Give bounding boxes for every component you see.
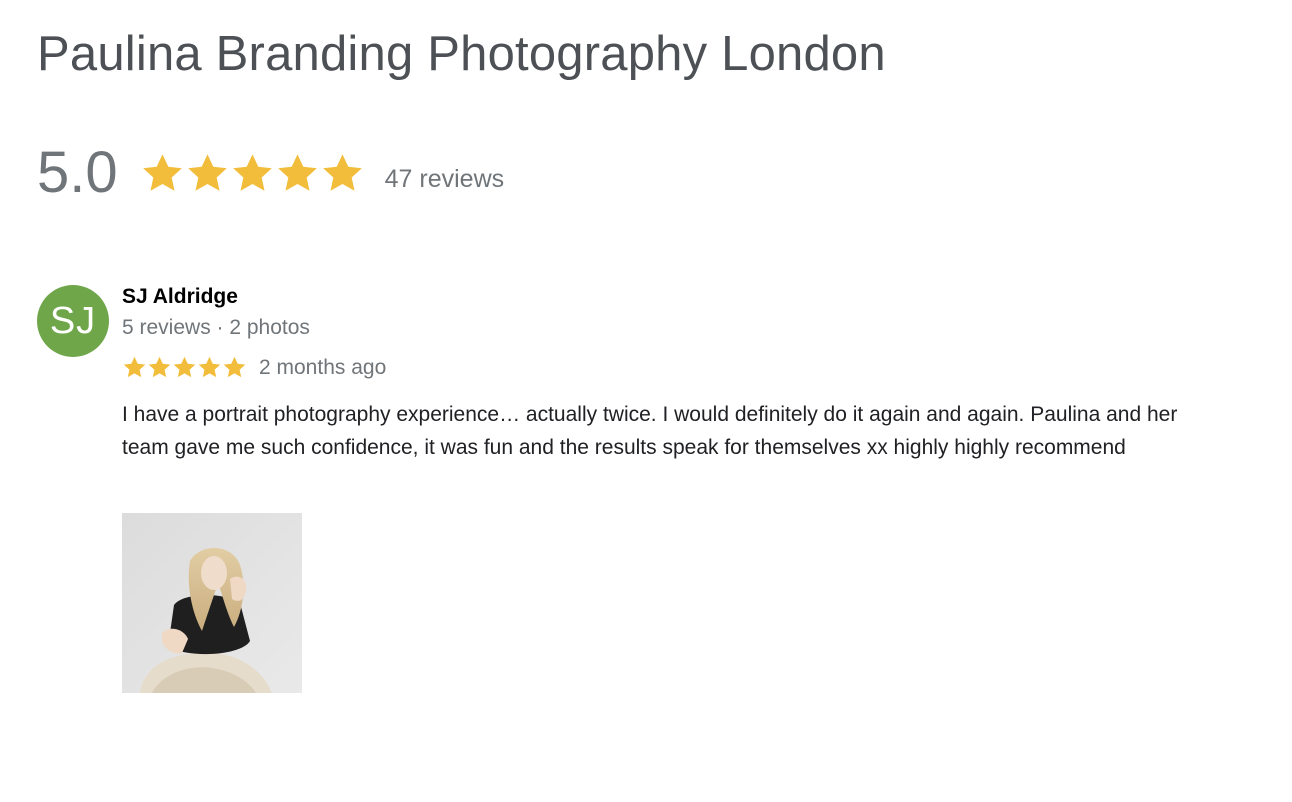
star-icon	[198, 356, 221, 378]
rating-score: 5.0	[37, 140, 118, 205]
rating-summary: 5.0 47 reviews	[37, 138, 504, 208]
star-icon	[277, 153, 317, 191]
star-icon	[322, 153, 362, 191]
avatar[interactable]: SJ	[37, 285, 109, 357]
star-icon	[142, 153, 182, 191]
summary-star-rating	[140, 151, 365, 196]
review-count-link[interactable]: 47 reviews	[385, 165, 505, 194]
review-star-rating	[122, 355, 247, 380]
star-icon	[148, 356, 171, 378]
review-rating-row: 2 months ago	[122, 355, 386, 380]
business-title: Paulina Branding Photography London	[37, 27, 886, 81]
review-text: I have a portrait photography experience…	[122, 403, 1178, 459]
review-date: 2 months ago	[259, 355, 387, 379]
star-icon	[232, 153, 272, 191]
star-icon	[123, 356, 146, 378]
review-photo[interactable]	[122, 513, 302, 693]
photo-thumbnail-image	[122, 513, 302, 693]
star-icon	[173, 356, 196, 378]
reviewer-meta: 5 reviews · 2 photos	[122, 316, 310, 339]
star-icon	[187, 153, 227, 191]
star-icon	[223, 356, 246, 378]
reviewer-name[interactable]: SJ Aldridge	[122, 285, 238, 309]
